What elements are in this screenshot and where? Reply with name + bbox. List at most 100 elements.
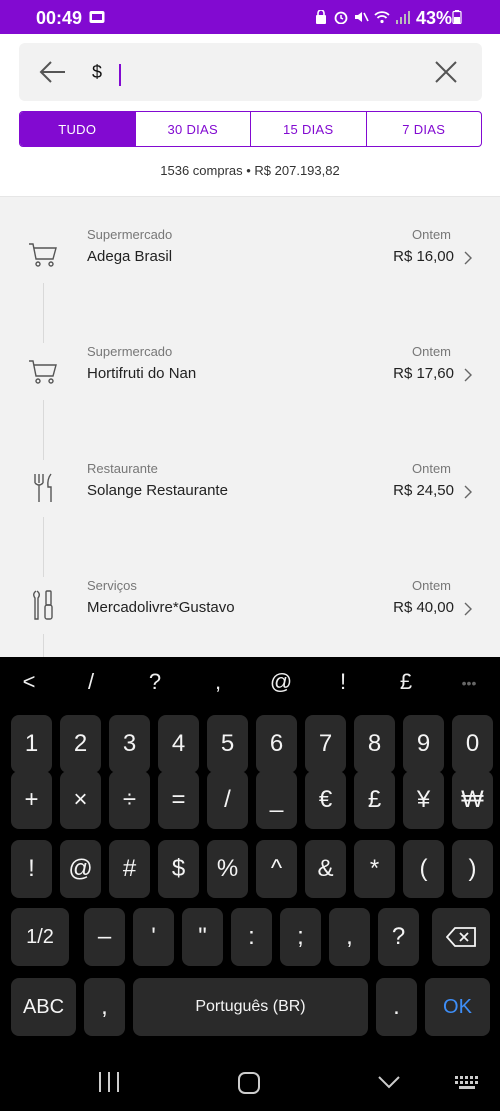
chevron-right-icon [464,251,472,265]
transaction-merchant: Mercadolivre*Gustavo [87,599,235,616]
cutlery-icon [34,473,52,502]
toolbar-pound-key[interactable]: £ [391,669,421,695]
key-row2-2[interactable]: ÷ [109,771,150,829]
keyboard-toolbar: < / ? , @ ! £ ••• [0,657,500,707]
key-row4-2[interactable]: ' [133,908,174,966]
key-row1-7[interactable]: 8 [354,715,395,773]
search-box [19,43,482,101]
search-input[interactable] [92,57,412,87]
ok-key[interactable]: OK [425,978,490,1036]
key-row3-7[interactable]: * [354,840,395,898]
key-row3-1[interactable]: @ [60,840,101,898]
symbol-keyboard: < / ? , @ ! £ ••• 1 2 3 4 5 6 7 8 9 0 + × ÷ = / _ € £ ¥ ₩! @… [0,657,500,1111]
transaction-category: Supermercado [87,344,173,359]
transaction-merchant: Hortifruti do Nan [87,365,197,382]
recents-icon[interactable] [98,1072,120,1092]
transaction-item[interactable]: Supermercado Hortifruti do Nan Ontem R$ … [0,314,500,431]
transaction-date: Ontem [411,344,451,359]
toolbar-question-key[interactable]: ? [140,669,170,695]
key-row3-5[interactable]: ^ [256,840,297,898]
key-row3-9[interactable]: ) [452,840,493,898]
key-row4-5[interactable]: ; [280,908,321,966]
backspace-icon [446,927,476,947]
tab-tudo[interactable]: TUDO [20,112,136,146]
signal-icon [396,11,410,24]
key-row1-9[interactable]: 0 [452,715,493,773]
battery-percent: 43% [416,8,453,28]
key-row4-4[interactable]: : [231,908,272,966]
toolbar-comma-key[interactable]: , [203,669,233,695]
key-row3-3[interactable]: $ [158,840,199,898]
key-row1-1[interactable]: 2 [60,715,101,773]
transaction-item[interactable]: Serviços Mercadolivre*Gustavo Ontem R$ 4… [0,548,500,657]
transaction-date: Ontem [411,461,451,476]
transaction-merchant: Solange Restaurante [87,482,228,499]
home-icon[interactable] [237,1071,261,1095]
key-row1-8[interactable]: 9 [403,715,444,773]
key-row4-6[interactable]: , [329,908,370,966]
key-row1-2[interactable]: 3 [109,715,150,773]
key-row4-1[interactable]: – [84,908,125,966]
transaction-category: Restaurante [87,461,158,476]
key-row2-3[interactable]: = [158,771,199,829]
toolbar-exclamation-key[interactable]: ! [328,669,358,695]
key-row1-6[interactable]: 7 [305,715,346,773]
key-row3-6[interactable]: & [305,840,346,898]
key-row1-4[interactable]: 5 [207,715,248,773]
key-row2-1[interactable]: × [60,771,101,829]
key-row1-5[interactable]: 6 [256,715,297,773]
toolbar-more-key[interactable]: ••• [454,675,484,691]
alarm-icon [334,11,348,24]
transaction-date: Ontem [411,578,451,593]
key-row2-0[interactable]: + [11,771,52,829]
transaction-category: Supermercado [87,227,173,242]
key-row2-9[interactable]: ₩ [452,771,493,829]
back-arrow-icon[interactable] [39,58,67,86]
hide-keyboard-icon[interactable] [378,1075,400,1089]
chevron-right-icon [464,485,472,499]
transaction-merchant: Adega Brasil [87,248,173,265]
key-row3-2[interactable]: # [109,840,150,898]
toolbar-slash-key[interactable]: / [76,669,106,695]
key-row3-8[interactable]: ( [403,840,444,898]
key-row3-4[interactable]: % [207,840,248,898]
period-key[interactable]: . [376,978,417,1036]
transaction-list: Supermercado Adega Brasil Ontem R$ 16,00… [0,197,500,657]
clear-search-icon[interactable] [435,61,457,83]
key-row2-8[interactable]: ¥ [403,771,444,829]
transaction-item[interactable]: Supermercado Adega Brasil Ontem R$ 16,00 [0,197,500,314]
period-filter-tabs: TUDO 30 DIAS 15 DIAS 7 DIAS [19,111,482,147]
key-row2-6[interactable]: € [305,771,346,829]
key-row1-3[interactable]: 4 [158,715,199,773]
key-row2-7[interactable]: £ [354,771,395,829]
toolbar-back-key[interactable]: < [14,669,44,695]
chevron-right-icon [464,368,472,382]
tab-15-dias[interactable]: 15 DIAS [251,112,367,146]
space-key[interactable]: Português (BR) [133,978,368,1036]
status-time: 00:49 [36,8,83,28]
purchases-summary: 1536 compras • R$ 207.193,82 [160,163,340,178]
comma-key[interactable]: , [84,978,125,1036]
chevron-right-icon [464,602,472,616]
key-row2-5[interactable]: _ [256,771,297,829]
text-cursor [119,64,121,86]
cart-icon [29,243,57,267]
tab-7-dias[interactable]: 7 DIAS [367,112,482,146]
transaction-amount: R$ 16,00 [393,248,454,265]
tools-icon [33,590,53,620]
key-row4-3[interactable]: " [182,908,223,966]
keyboard-switch-icon[interactable] [454,1075,480,1091]
search-header: TUDO 30 DIAS 15 DIAS 7 DIAS 1536 compras… [0,34,500,197]
key-row3-0[interactable]: ! [11,840,52,898]
key-half[interactable]: 1/2 [11,908,69,966]
tab-30-dias[interactable]: 30 DIAS [136,112,251,146]
key-row4-7[interactable]: ? [378,908,419,966]
cart-icon [29,360,57,384]
transaction-item[interactable]: Restaurante Solange Restaurante Ontem R$… [0,431,500,548]
toolbar-at-key[interactable]: @ [266,669,296,695]
key-row1-0[interactable]: 1 [11,715,52,773]
transaction-amount: R$ 24,50 [393,482,454,499]
key-row2-4[interactable]: / [207,771,248,829]
abc-key[interactable]: ABC [11,978,76,1036]
backspace-key[interactable] [432,908,490,966]
